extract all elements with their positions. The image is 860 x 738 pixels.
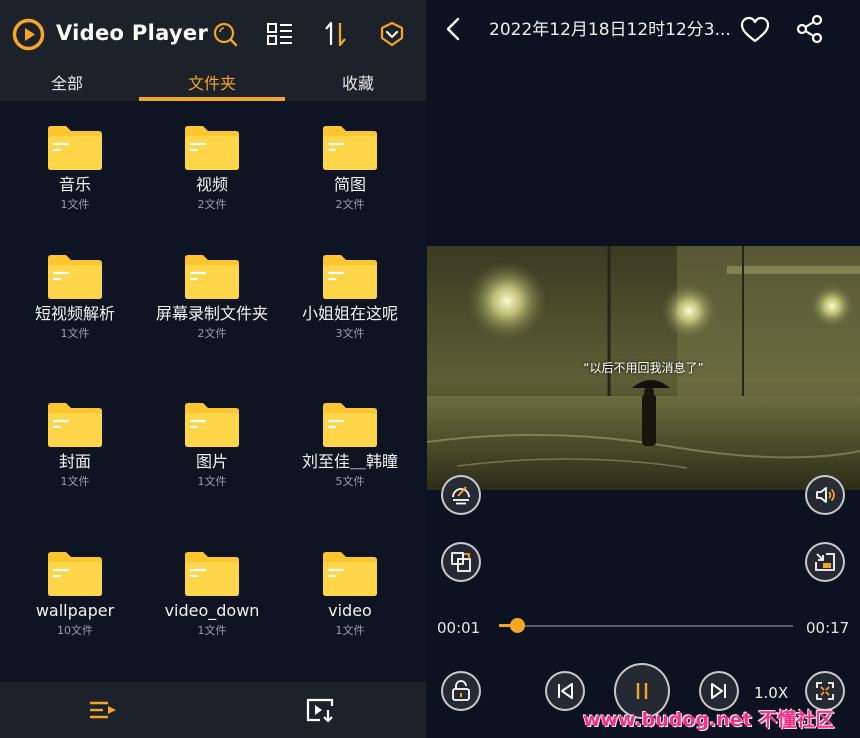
folder-name: 封面 bbox=[58, 452, 91, 471]
pip-button[interactable] bbox=[805, 542, 845, 582]
folder-icon bbox=[323, 552, 377, 596]
import-video-icon[interactable] bbox=[304, 695, 336, 725]
screen-mode-icon bbox=[451, 552, 471, 572]
folder-file-count: 1文件 bbox=[197, 624, 227, 637]
back-icon[interactable] bbox=[441, 16, 467, 42]
pip-icon bbox=[815, 553, 835, 571]
volume-icon bbox=[816, 487, 835, 503]
folder-file-count: 1文件 bbox=[60, 475, 90, 488]
next-icon bbox=[711, 683, 726, 699]
watermark-text: www.budog.net 不懂社区 bbox=[583, 709, 835, 731]
folder-browser-panel: Video Player 全部 文件夹 收藏 音乐 1文件 视频 2文件 简图 2文件 短视… bbox=[0, 0, 426, 738]
folder-name: wallpaper bbox=[35, 601, 115, 620]
screen-mode-button[interactable] bbox=[441, 542, 481, 582]
folder-name: video_down bbox=[164, 601, 260, 620]
download-badge-icon[interactable] bbox=[378, 20, 406, 48]
pause-icon bbox=[636, 683, 648, 699]
folder-icon bbox=[323, 255, 377, 299]
folder-icon bbox=[323, 126, 377, 170]
folder-name: video bbox=[328, 601, 372, 620]
volume-button[interactable] bbox=[805, 475, 845, 515]
tab-folders[interactable]: 文件夹 bbox=[139, 72, 285, 98]
folder-name: 短视频解析 bbox=[34, 304, 115, 323]
folder-item[interactable]: video 1文件 bbox=[290, 549, 410, 638]
folder-item[interactable]: 音乐 1文件 bbox=[15, 123, 135, 212]
seek-bar-track[interactable] bbox=[499, 625, 793, 627]
video-subtitle: “以后不用回我消息了” bbox=[583, 361, 704, 375]
tab-all[interactable]: 全部 bbox=[20, 72, 114, 98]
folder-icon bbox=[48, 403, 102, 447]
folder-name: 图片 bbox=[195, 452, 228, 471]
heart-icon[interactable] bbox=[740, 15, 770, 45]
lock-icon bbox=[452, 680, 470, 701]
folder-item[interactable]: 短视频解析 1文件 bbox=[15, 252, 135, 341]
folder-item[interactable]: 刘至佳＿韩瞳 5文件 bbox=[290, 400, 410, 489]
folder-file-count: 1文件 bbox=[60, 198, 90, 211]
filter-icon bbox=[452, 486, 470, 505]
folder-item[interactable]: 图片 1文件 bbox=[152, 400, 272, 489]
folder-name: 视频 bbox=[195, 175, 228, 194]
folder-icon bbox=[185, 552, 239, 596]
folder-icon bbox=[185, 255, 239, 299]
folder-item[interactable]: 小姐姐在这呢 3文件 bbox=[290, 252, 410, 341]
search-icon[interactable] bbox=[211, 20, 239, 48]
total-time: 00:17 bbox=[806, 619, 850, 637]
folder-item[interactable]: 视频 2文件 bbox=[152, 123, 272, 212]
current-time: 00:01 bbox=[437, 619, 481, 637]
folder-item[interactable]: 简图 2文件 bbox=[290, 123, 410, 212]
video-player-panel: 2022年12月18日12时12分3... “以后不用回我消息了” 00:01 … bbox=[427, 0, 860, 738]
app-logo-icon bbox=[12, 18, 45, 51]
active-tab-indicator bbox=[139, 97, 285, 101]
folder-name: 音乐 bbox=[58, 175, 91, 194]
folder-name: 小姐姐在这呢 bbox=[301, 304, 398, 323]
seek-bar-thumb[interactable] bbox=[509, 618, 525, 633]
filter-button[interactable] bbox=[441, 475, 481, 515]
app-title: Video Player bbox=[56, 21, 209, 45]
folder-name: 刘至佳＿韩瞳 bbox=[301, 452, 398, 471]
folder-icon bbox=[48, 126, 102, 170]
folder-file-count: 2文件 bbox=[197, 198, 227, 211]
folder-item[interactable]: video_down 1文件 bbox=[152, 549, 272, 638]
share-icon[interactable] bbox=[796, 14, 824, 44]
folder-name: 简图 bbox=[333, 175, 366, 194]
folder-item[interactable]: 屏幕录制文件夹 2文件 bbox=[152, 252, 272, 341]
sort-icon[interactable] bbox=[322, 20, 350, 48]
folder-file-count: 3文件 bbox=[335, 327, 365, 340]
folder-icon bbox=[323, 403, 377, 447]
previous-button[interactable] bbox=[545, 671, 585, 711]
folder-item[interactable]: wallpaper 10文件 bbox=[15, 549, 135, 638]
playlist-icon[interactable] bbox=[88, 696, 118, 724]
folder-icon bbox=[185, 403, 239, 447]
folder-file-count: 1文件 bbox=[335, 624, 365, 637]
playback-speed-button[interactable]: 1.0X bbox=[754, 683, 788, 703]
bottom-nav-bar bbox=[0, 682, 426, 738]
tab-favorites[interactable]: 收藏 bbox=[310, 72, 406, 98]
video-title: 2022年12月18日12时12分3... bbox=[489, 20, 731, 40]
previous-icon bbox=[558, 683, 573, 699]
list-view-icon[interactable] bbox=[266, 20, 294, 48]
fullscreen-icon bbox=[816, 682, 834, 700]
folder-file-count: 5文件 bbox=[335, 475, 365, 488]
folder-icon bbox=[48, 255, 102, 299]
folder-file-count: 1文件 bbox=[60, 327, 90, 340]
folder-item[interactable]: 封面 1文件 bbox=[15, 400, 135, 489]
lock-button[interactable] bbox=[441, 671, 481, 711]
video-surface[interactable]: “以后不用回我消息了” bbox=[427, 246, 860, 490]
top-app-bar: Video Player 全部 文件夹 收藏 bbox=[0, 0, 426, 101]
folder-icon bbox=[48, 552, 102, 596]
folder-file-count: 10文件 bbox=[57, 624, 93, 637]
folder-file-count: 1文件 bbox=[197, 475, 227, 488]
folder-name: 屏幕录制文件夹 bbox=[156, 304, 269, 323]
folder-file-count: 2文件 bbox=[335, 198, 365, 211]
folder-icon bbox=[185, 126, 239, 170]
folder-file-count: 2文件 bbox=[197, 327, 227, 340]
